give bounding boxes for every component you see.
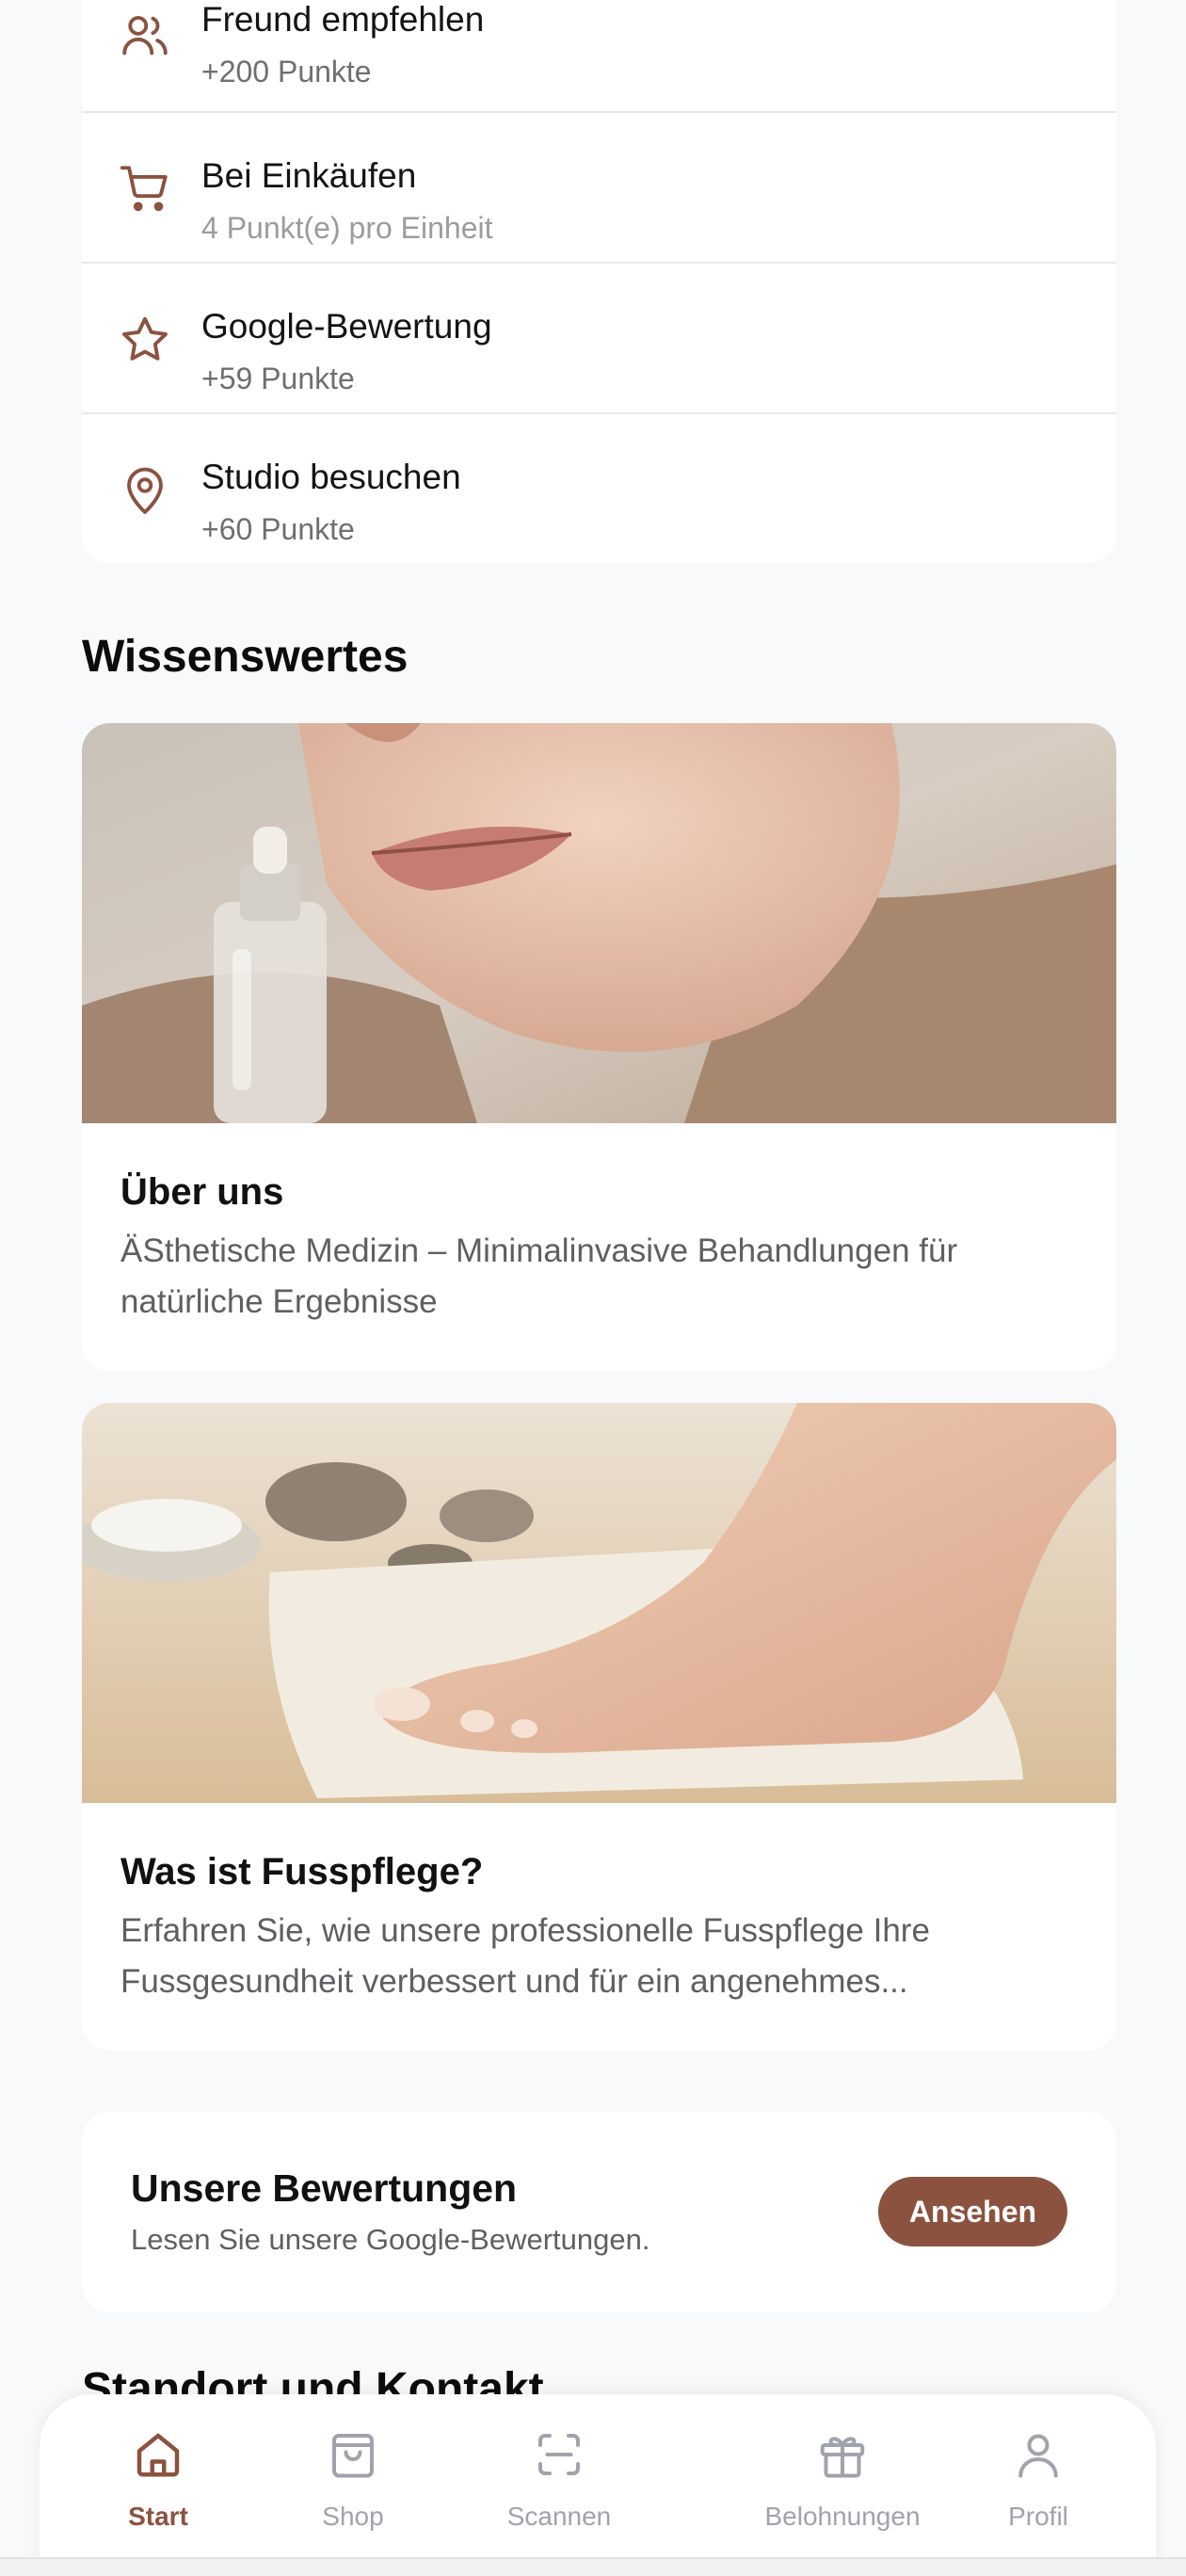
earn-item-title: Studio besuchen <box>201 458 461 496</box>
earn-item-subtitle: +60 Punkte <box>201 512 355 546</box>
earn-item-subtitle: +200 Punkte <box>201 55 372 89</box>
info-card-title: Was ist Fusspflege? <box>120 1851 484 1892</box>
nav-item-profile[interactable]: Profil <box>935 2394 1142 2576</box>
earn-item-purchases[interactable]: Bei Einkäufen 4 Punkt(e) pro Einheit <box>82 113 1116 264</box>
nav-item-start[interactable]: Start <box>55 2394 262 2576</box>
nav-label: Start <box>128 2502 188 2531</box>
users-icon <box>118 8 172 62</box>
nav-item-shop[interactable]: Shop <box>249 2394 457 2576</box>
nav-label: Shop <box>322 2502 384 2531</box>
section-title-knowledge: Wissenswertes <box>82 632 409 682</box>
earn-item-subtitle: +59 Punkte <box>201 362 355 395</box>
gift-icon <box>814 2426 871 2483</box>
shopping-bag-icon <box>325 2426 381 2483</box>
view-reviews-button[interactable]: Ansehen <box>878 2177 1067 2246</box>
star-icon <box>118 313 172 367</box>
nav-item-scan[interactable]: Scannen <box>456 2394 663 2576</box>
scan-icon <box>531 2426 587 2483</box>
cart-icon <box>118 161 172 216</box>
earn-item-title: Google-Bewertung <box>201 307 492 346</box>
home-icon <box>130 2426 186 2483</box>
info-card-description: ÄSthetische Medizin – Minimalinvasive Be… <box>120 1232 958 1320</box>
earn-points-card: Freund empfehlen +200 Punkte Bei Einkäuf… <box>82 0 1116 563</box>
serum-face-photo <box>82 723 1116 1123</box>
bottom-navigation: Start Shop Scannen Belohnungen Profil <box>40 2394 1156 2576</box>
info-card-title: Über uns <box>120 1171 284 1213</box>
earn-item-subtitle: 4 Punkt(e) pro Einheit <box>201 211 493 245</box>
info-card-description: Erfahren Sie, wie unsere professionelle … <box>120 1912 930 2000</box>
earn-item-title: Bei Einkäufen <box>201 156 417 195</box>
nav-label: Scannen <box>506 2502 612 2531</box>
system-home-bar <box>0 2557 1186 2576</box>
reviews-subtitle: Lesen Sie unsere Google-Bewertungen. <box>131 2223 650 2256</box>
earn-item-google-review[interactable]: Google-Bewertung +59 Punkte <box>82 264 1116 414</box>
foot-care-photo <box>82 1403 1116 1803</box>
earn-item-title: Freund empfehlen <box>201 0 485 39</box>
reviews-title: Unsere Bewertungen <box>131 2166 518 2210</box>
reviews-card: Unsere Bewertungen Lesen Sie unsere Goog… <box>82 2112 1116 2312</box>
info-card-foot-care[interactable]: Was ist Fusspflege? Erfahren Sie, wie un… <box>82 1403 1116 2051</box>
nav-label: Profil <box>1008 2502 1068 2531</box>
user-icon <box>1010 2426 1066 2483</box>
earn-item-visit-studio[interactable]: Studio besuchen +60 Punkte <box>82 414 1116 563</box>
info-card-about-us[interactable]: Über uns ÄSthetische Medizin – Minimalin… <box>82 723 1116 1371</box>
earn-item-refer-friend[interactable]: Freund empfehlen +200 Punkte <box>82 0 1116 113</box>
map-pin-icon <box>118 463 172 518</box>
